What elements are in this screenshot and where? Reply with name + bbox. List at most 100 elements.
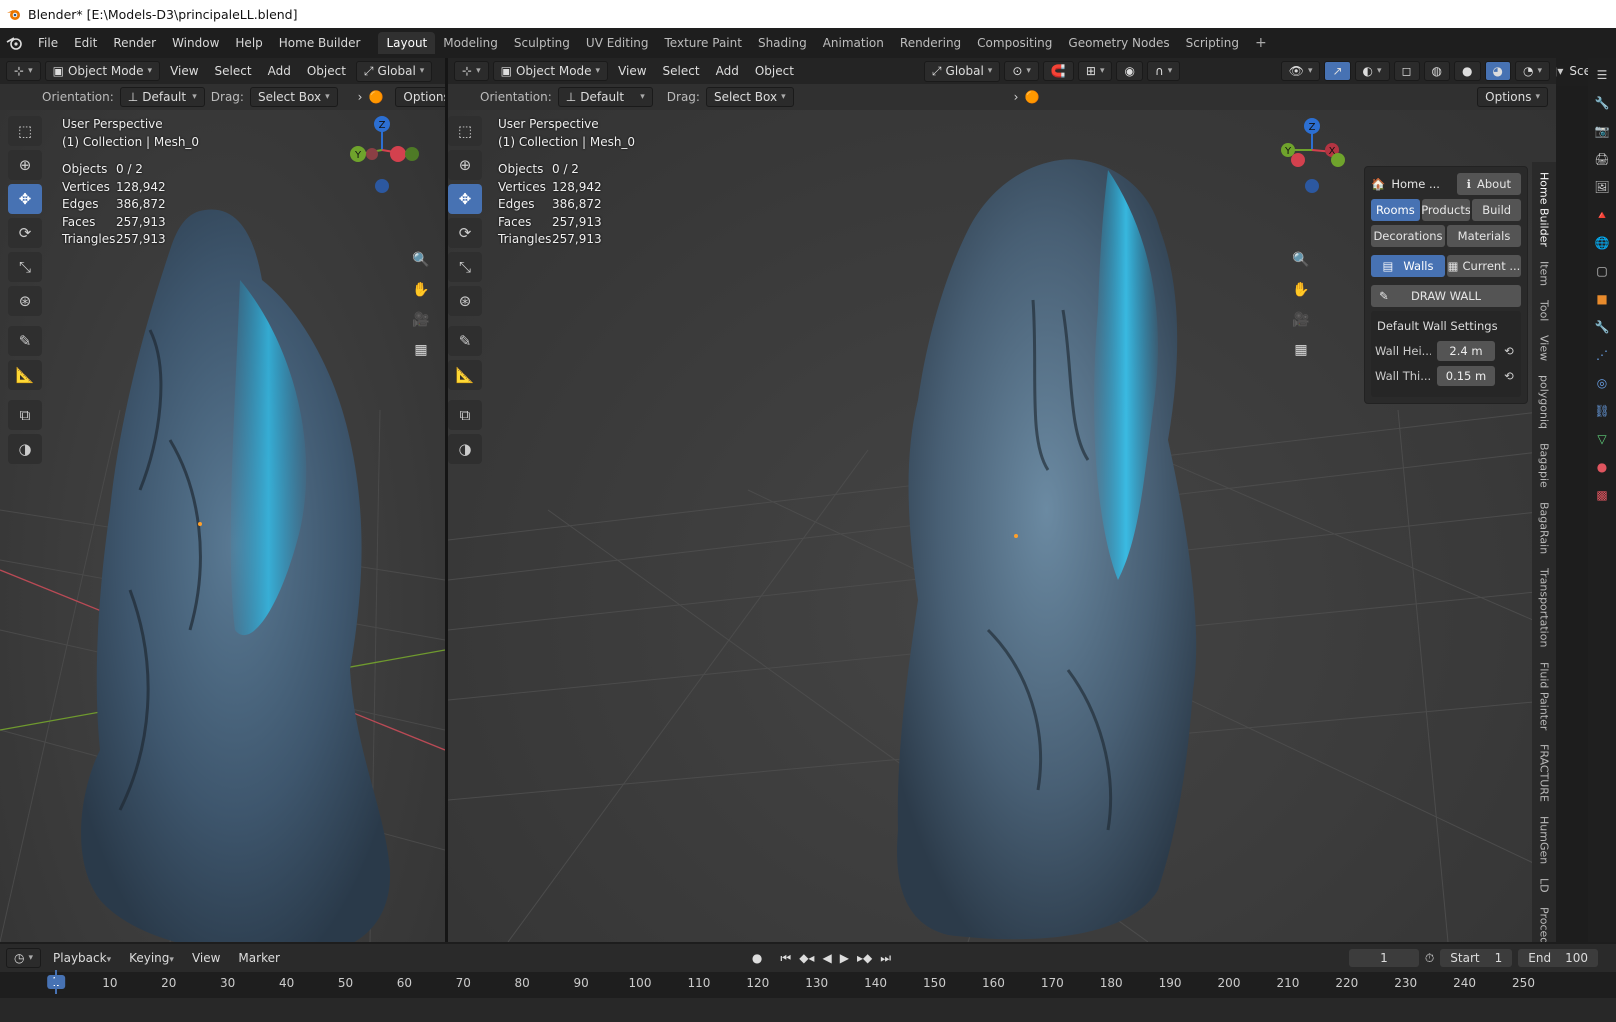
grid-ortho-icon[interactable]: ▦ [408,338,434,362]
jump-end-icon[interactable]: ⏭ [880,951,891,966]
particles-icon[interactable]: ⋰ [1593,346,1611,364]
tab-scripting[interactable]: Scripting [1178,32,1247,54]
tab-layout[interactable]: Layout [378,32,436,54]
sidebar-tab-bagarain[interactable]: BagaRain [1538,502,1551,554]
snap-target-icon[interactable]: ⊞ ▾ [1077,61,1113,81]
blender-menu-icon[interactable] [0,33,30,53]
tab-texture-paint[interactable]: Texture Paint [657,32,750,54]
orientation-select[interactable]: ⊥ Default ▾ [119,87,205,107]
menu-add[interactable]: Add [710,62,745,80]
auto-key-icon[interactable]: ● [752,951,762,966]
wall-thickness-field[interactable]: 0.15 m [1437,366,1495,386]
mode-select[interactable]: ▣ Object Mode ▾ [44,61,161,81]
expand-chevron-icon[interactable]: › [1014,90,1019,104]
rotate-tool-icon[interactable]: ⟳ [8,218,42,248]
tab-build[interactable]: Build [1472,199,1522,221]
texture-properties-icon[interactable]: ▩ [1593,486,1611,504]
sidebar-tab-polygoniq[interactable]: polygoniq [1538,375,1551,429]
playback-menu[interactable]: Playback▾ [47,949,117,967]
tab-shading[interactable]: Shading [750,32,815,54]
timeline-editor-type-icon[interactable]: ◷ ▾ [6,948,42,968]
tab-animation[interactable]: Animation [815,32,892,54]
collection-properties-icon[interactable]: ▢ [1593,262,1611,280]
current-button[interactable]: ▦ Current ... [1447,255,1521,277]
navigation-gizmo[interactable]: Z Y [348,114,428,204]
material-shading-icon[interactable]: ◕ [1484,61,1511,81]
overlays-icon[interactable]: ◐ ▾ [1354,61,1390,81]
sidebar-tab-humgen[interactable]: HumGen [1538,816,1551,864]
tool-properties-icon[interactable]: 🔧 [1593,94,1611,112]
pan-hand-icon[interactable]: ✋ [1288,278,1314,302]
timeline-view-menu[interactable]: View [186,949,226,967]
viewport-canvas[interactable]: User Perspective (1) Collection | Mesh_0… [0,110,445,942]
about-button[interactable]: ℹ About [1456,173,1521,195]
grid-ortho-icon[interactable]: ▦ [1288,338,1314,362]
zoom-icon[interactable]: 🔍 [408,248,434,272]
drag-select[interactable]: Select Box ▾ [705,87,794,107]
frame-ruler[interactable]: 1 10203040506070809010011012013014015016… [0,972,1616,998]
tab-rendering[interactable]: Rendering [892,32,969,54]
keying-menu[interactable]: Keying▾ [123,949,180,967]
stopwatch-icon[interactable]: ⏱ [1425,951,1434,966]
sidebar-tab-view[interactable]: View [1538,335,1551,361]
rotate-tool-icon[interactable]: ⟳ [448,218,482,248]
xray-icon[interactable]: ◻ [1393,61,1420,81]
menu-view[interactable]: View [612,62,652,80]
tab-compositing[interactable]: Compositing [969,32,1060,54]
select-box-tool-icon[interactable]: ⬚ [8,116,42,146]
move-tool-icon[interactable]: ✥ [8,184,42,214]
start-frame-field[interactable]: Start 1 [1440,949,1513,967]
tab-materials[interactable]: Materials [1447,225,1521,247]
object-properties-icon[interactable]: ■ [1593,290,1611,308]
viewport-left[interactable]: ⊹ ▾ ▣ Object Mode ▾ View Select Add Object … [0,58,445,942]
gizmo-toggle-icon[interactable]: ↗ [1324,61,1351,81]
sidebar-tab-home-builder[interactable]: Home Builder [1538,172,1551,247]
add-cube-tool-icon[interactable]: ⧉ [8,400,42,430]
sidebar-tab-transportation[interactable]: Transportation [1538,568,1551,647]
output-properties-icon[interactable]: 🖨 [1593,150,1611,168]
play-icon[interactable]: ▶ [840,951,849,966]
select-box-tool-icon[interactable]: ⬚ [448,116,482,146]
add-workspace-button[interactable]: + [1247,35,1275,51]
data-properties-icon[interactable]: ▽ [1593,430,1611,448]
reset-icon[interactable]: ⟲ [1501,344,1517,358]
home-button[interactable]: 🏠 Home ... [1371,173,1455,195]
marker-menu[interactable]: Marker [232,949,285,967]
annotate-tool-icon[interactable]: ✎ [448,326,482,356]
expand-chevron-icon[interactable]: › [358,90,363,104]
sidebar-tab-procedural[interactable]: Procedural C [1538,907,1551,942]
menu-file[interactable]: File [30,36,66,50]
pivot-point-icon[interactable]: ⊙ ▾ [1004,61,1039,81]
transform-tool-icon[interactable]: ⊛ [448,286,482,316]
outliner-icon[interactable]: ☰ [1593,66,1611,84]
transform-tool-icon[interactable]: ⊛ [8,286,42,316]
tab-uv-editing[interactable]: UV Editing [578,32,657,54]
sidebar-tab-fracture[interactable]: FRACTURE [1538,744,1551,802]
measure-tool-icon[interactable]: 📐 [448,360,482,390]
viewport-right[interactable]: ⊹ ▾ ▣ Object Mode ▾ View Select Add Object … [448,58,1556,942]
sidebar-tab-item[interactable]: Item [1538,261,1551,286]
drag-select[interactable]: Select Box ▾ [249,87,338,107]
visibility-icon[interactable]: 👁 ▾ [1280,61,1321,81]
options-button[interactable]: Options ▾ [1477,87,1548,107]
snap-icon[interactable]: 🧲 [1042,61,1074,81]
orientation-select[interactable]: ⊥ Default ▾ [557,87,653,107]
sidebar-tab-bagapie[interactable]: Bagapie [1538,443,1551,488]
walls-button[interactable]: ▤ Walls [1371,255,1445,277]
menu-add[interactable]: Add [262,62,297,80]
menu-render[interactable]: Render [105,36,164,50]
tab-decorations[interactable]: Decorations [1371,225,1445,247]
tab-sculpting[interactable]: Sculpting [506,32,578,54]
tab-modeling[interactable]: Modeling [435,32,506,54]
material-properties-icon[interactable]: ● [1593,458,1611,476]
navigation-gizmo-right[interactable]: Z Y X [1276,116,1356,206]
tab-geometry-nodes[interactable]: Geometry Nodes [1060,32,1177,54]
draw-wall-button[interactable]: ✎ DRAW WALL [1371,285,1521,307]
camera-icon[interactable]: 🎥 [408,308,434,332]
editor-type-button[interactable]: ⊹ ▾ [454,61,489,81]
zoom-icon[interactable]: 🔍 [1288,248,1314,272]
physics-icon[interactable]: ◎ [1593,374,1611,392]
menu-select[interactable]: Select [657,62,706,80]
timeline-track[interactable] [0,998,1616,1022]
falloff-icon[interactable]: ∩ ▾ [1146,61,1181,81]
